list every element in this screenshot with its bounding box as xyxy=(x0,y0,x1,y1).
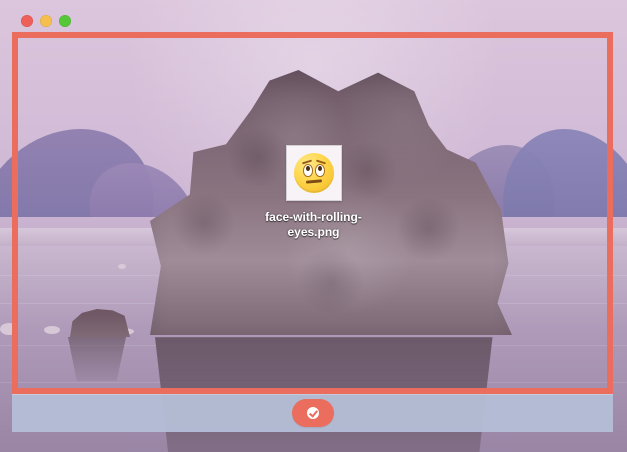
file-name-label: face-with-rolling-eyes.png xyxy=(265,210,362,239)
mouth-shape xyxy=(305,179,322,184)
left-pupil-shape xyxy=(305,166,310,171)
window-titlebar xyxy=(0,0,627,34)
app-window: face-with-rolling-eyes.png xyxy=(0,0,627,452)
dropped-file[interactable]: face-with-rolling-eyes.png xyxy=(262,145,365,255)
file-thumbnail xyxy=(285,145,342,201)
bottom-action-bar xyxy=(12,394,613,432)
confirm-button[interactable] xyxy=(292,399,334,427)
left-eye-shape xyxy=(302,164,313,177)
check-circle-icon xyxy=(307,407,319,419)
window-controls xyxy=(21,15,71,27)
minimize-button[interactable] xyxy=(40,15,52,27)
face-with-rolling-eyes-icon xyxy=(293,153,334,193)
right-eye-shape xyxy=(314,164,325,177)
close-button[interactable] xyxy=(21,15,33,27)
zoom-button[interactable] xyxy=(59,15,71,27)
right-pupil-shape xyxy=(317,166,322,171)
